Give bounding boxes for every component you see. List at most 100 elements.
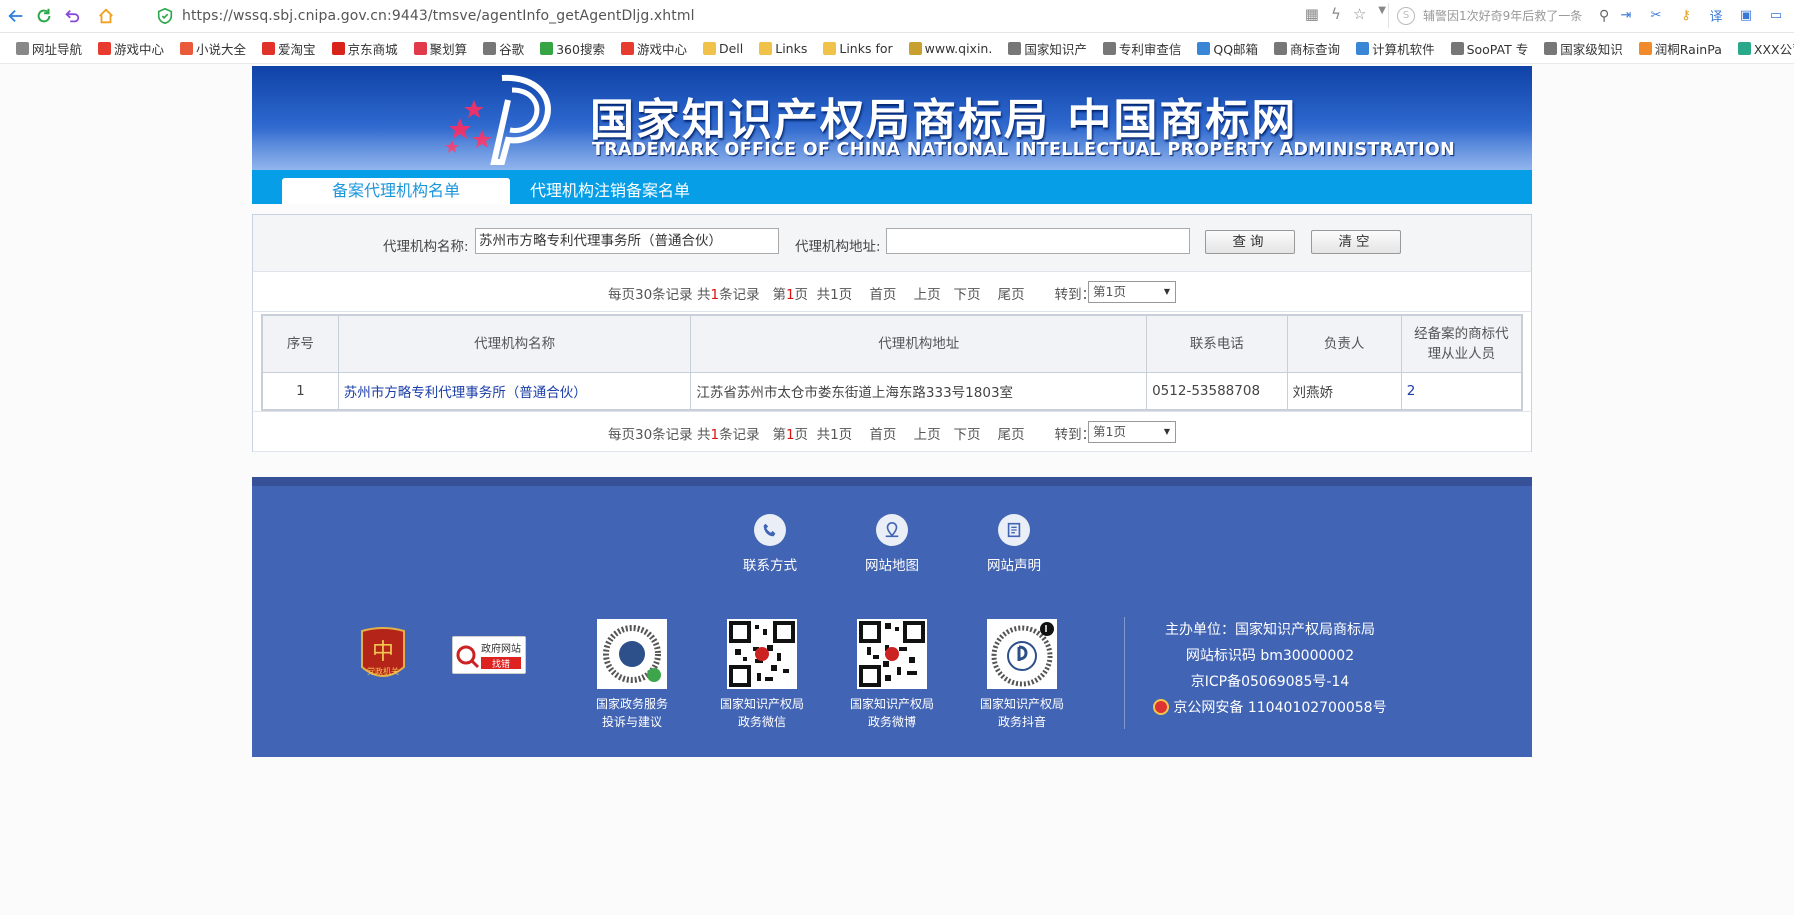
goto-page-select-bottom[interactable]: 第1页 [1088, 421, 1176, 443]
tab-registered-agents[interactable]: 备案代理机构名单 [282, 178, 510, 204]
bookmark-label: 润桐RainPa [1654, 41, 1722, 57]
bookmark-label: Links [775, 40, 808, 56]
bookmark-item[interactable]: www.qixin. [908, 41, 992, 56]
first-page-link[interactable]: 首页 [869, 427, 896, 443]
bookmark-item[interactable]: XXX公司 [1737, 39, 1794, 58]
site-banner: 国家知识产权局商标局 中国商标网 TRADEMARK OFFICE OF CHI… [252, 66, 1532, 170]
bookmark-item[interactable]: 国家级知识 [1544, 39, 1623, 58]
footer-icp[interactable]: 京ICP备05069085号-14 [1150, 671, 1390, 691]
key-icon[interactable]: ⚷ [1676, 5, 1696, 25]
bookmark-item[interactable]: Dell [702, 41, 743, 56]
translate-icon[interactable]: 译 [1706, 5, 1726, 25]
bookmark-icon [702, 41, 716, 55]
footer-nav-contact[interactable]: 联系方式 [725, 514, 815, 574]
login-icon[interactable]: ⇥ [1616, 5, 1636, 25]
per-page-text: 每页30条记录 [608, 427, 693, 443]
refresh-icon[interactable] [32, 4, 56, 28]
cnipa-logo-icon [445, 74, 551, 165]
tab-cancelled-agents[interactable]: 代理机构注销备案名单 [510, 178, 710, 204]
footer-nav-statement[interactable]: 网站声明 [969, 514, 1059, 574]
col-leader: 负责人 [1286, 314, 1402, 373]
bookmark-item[interactable]: SooPAT 专 [1450, 39, 1528, 58]
bookmark-item[interactable]: 计算机软件 [1356, 39, 1435, 58]
bookmark-item[interactable]: 游戏中心 [620, 39, 687, 58]
footer-divider [1124, 617, 1125, 729]
first-page-link[interactable]: 首页 [869, 287, 896, 303]
goto-page-select[interactable]: 第1页 [1088, 281, 1176, 303]
footer-host: 主办单位：国家知识产权局商标局 [1165, 622, 1375, 638]
bookmark-item[interactable]: 京东商城 [331, 39, 398, 58]
lightning-icon[interactable]: ϟ [1331, 5, 1341, 23]
bookmark-icon [331, 41, 345, 55]
prev-page-link[interactable]: 上页 [914, 427, 941, 443]
police-record-text: 京公网安备 11040102700058号 [1173, 700, 1387, 716]
row-staff-link[interactable]: 2 [1400, 372, 1523, 411]
page-suffix: 页 [794, 287, 809, 303]
current-page: 1 [785, 287, 795, 303]
chat-icon[interactable]: ▭ [1766, 5, 1786, 25]
search-icon[interactable]: ⚲ [1599, 8, 1609, 24]
party-government-badge[interactable]: 中 党政机关 [358, 627, 408, 687]
bookmark-item[interactable]: 谷歌 [483, 39, 524, 58]
next-page-link[interactable]: 下页 [953, 287, 980, 303]
next-page-link[interactable]: 下页 [953, 427, 980, 443]
bookmark-item[interactable]: 商标查询 [1274, 39, 1340, 58]
bookmark-icon [1197, 41, 1211, 55]
scissors-icon[interactable]: ✂ [1646, 5, 1666, 25]
footer-nav-sitemap[interactable]: 网站地图 [847, 514, 937, 574]
bookmark-icon [16, 41, 29, 55]
bookmark-icon [1638, 41, 1652, 55]
bookmark-item[interactable]: 小说大全 [180, 39, 246, 58]
prev-page-link[interactable]: 上页 [914, 287, 941, 303]
qr-icon[interactable]: ▦ [1305, 5, 1319, 23]
star-icon[interactable]: ☆ [1353, 5, 1366, 23]
bookmark-item[interactable]: QQ邮箱 [1197, 39, 1258, 58]
gov-site-error-badge[interactable]: 政府网站 找错 [452, 636, 526, 674]
bookmark-item[interactable]: 专利审查信 [1102, 39, 1181, 58]
col-staff: 经备案的商标代理从业人员 [1400, 314, 1523, 373]
agent-name-input[interactable] [475, 228, 779, 254]
last-page-link[interactable]: 尾页 [998, 427, 1025, 443]
bookmark-item[interactable]: Links for [823, 41, 893, 56]
bookmark-item[interactable]: 爱淘宝 [262, 39, 316, 58]
bookmark-label: 谷歌 [499, 41, 525, 57]
footer-nav-label: 网站地图 [865, 558, 919, 574]
undo-icon[interactable] [60, 4, 84, 28]
agent-address-input[interactable] [886, 228, 1190, 254]
chevron-down-icon[interactable]: ▼ [1378, 5, 1386, 23]
back-icon[interactable] [4, 4, 28, 28]
current-page: 1 [785, 427, 795, 443]
address-bar[interactable]: https://wssq.sbj.cnipa.gov.cn:9443/tmsve… [150, 3, 1386, 28]
bookmark-icon [908, 41, 922, 55]
per-page-text: 每页30条记录 [608, 287, 693, 303]
query-button[interactable]: 查询 [1205, 230, 1295, 254]
bookmark-icon [180, 41, 194, 55]
police-badge-icon [1153, 699, 1170, 715]
bookmark-item[interactable]: 360搜索 [540, 39, 605, 58]
bookmark-item[interactable]: 润桐RainPa [1638, 39, 1722, 58]
footer-police-record[interactable]: 京公网安备 11040102700058号 [1150, 697, 1390, 717]
browser-search[interactable]: S 辅警因1次好奇9年后救了一条 ⚲ [1388, 3, 1611, 28]
bookmark-item[interactable]: 游戏中心 [98, 39, 164, 58]
last-page-link[interactable]: 尾页 [998, 287, 1025, 303]
qrcode-gov-service [597, 619, 667, 689]
bookmark-item[interactable]: 网址导航 [16, 39, 82, 58]
home-icon[interactable] [94, 4, 118, 28]
bookmark-item[interactable]: 聚划算 [413, 39, 468, 58]
footer-site-id: 网站标识码 bm30000002 [1185, 648, 1355, 664]
bookmark-icon [823, 41, 837, 55]
col-phone: 联系电话 [1146, 314, 1288, 373]
footer-nav-label: 联系方式 [743, 558, 797, 574]
total-prefix: 共 [696, 427, 711, 443]
row-index: 1 [261, 372, 339, 411]
bookmark-label: 聚划算 [429, 41, 468, 57]
bookmark-item[interactable]: Links [759, 41, 807, 56]
row-agent-name-link[interactable]: 苏州市方略专利代理事务所（普通合伙） [337, 372, 692, 411]
qrcode-caption: 国家知识产权局 政务微信 [719, 697, 804, 729]
bookmark-label: 游戏中心 [636, 41, 687, 57]
clear-button[interactable]: 清空 [1311, 230, 1401, 254]
phone-icon [754, 514, 786, 546]
window-icon[interactable]: ▣ [1736, 5, 1756, 25]
bookmark-item[interactable]: 国家知识产 [1008, 39, 1087, 58]
row-agent-address: 江苏省苏州市太仓市娄东街道上海东路333号1803室 [690, 372, 1148, 411]
